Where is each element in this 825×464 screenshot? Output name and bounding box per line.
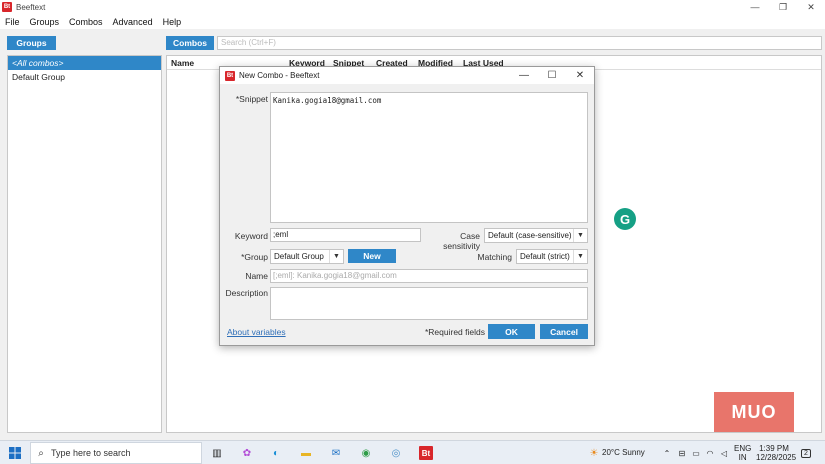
mail-icon[interactable]: ✉ bbox=[328, 445, 344, 461]
new-group-button[interactable]: New bbox=[348, 249, 396, 263]
windows-start-icon[interactable] bbox=[8, 445, 22, 461]
window-title: Beeftext bbox=[16, 2, 46, 12]
group-item-default-group[interactable]: Default Group bbox=[8, 70, 161, 84]
case-sensitivity-value: Default (case-sensitive) bbox=[488, 231, 572, 240]
language-line2: IN bbox=[738, 453, 747, 462]
group-select[interactable]: Default Group ▼ bbox=[270, 249, 344, 264]
volume-icon[interactable]: ◁ bbox=[718, 445, 730, 461]
chevron-down-icon: ▼ bbox=[329, 250, 343, 263]
name-label: Name bbox=[245, 271, 268, 281]
menu-combos[interactable]: Combos bbox=[64, 17, 108, 27]
menu-bar: File Groups Combos Advanced Help bbox=[0, 14, 825, 29]
app-logo-icon: Bt bbox=[2, 2, 12, 12]
network-icon[interactable]: ⊟ bbox=[676, 445, 688, 461]
matching-value: Default (strict) bbox=[520, 252, 570, 261]
group-label: Group bbox=[244, 252, 268, 262]
snippet-textarea[interactable]: Kanika.gogia18@gmail.com bbox=[270, 92, 588, 223]
name-input[interactable]: [;eml]: Kanika.gogia18@gmail.com bbox=[270, 269, 588, 283]
group-value: Default Group bbox=[274, 252, 324, 261]
about-variables-link[interactable]: About variables bbox=[227, 327, 286, 337]
new-combo-dialog: Bt New Combo - Beeftext — ☐ ✕ *Snippet K… bbox=[219, 66, 595, 346]
window-controls: — ❐ ✕ bbox=[741, 0, 825, 14]
notification-count: 2 bbox=[801, 448, 811, 458]
dialog-controls: — ☐ ✕ bbox=[510, 67, 594, 84]
file-explorer-icon[interactable]: ▬ bbox=[298, 445, 314, 461]
description-textarea[interactable] bbox=[270, 287, 588, 320]
notifications-icon[interactable]: 2 bbox=[798, 445, 814, 461]
case-sensitivity-select[interactable]: Default (case-sensitive) ▼ bbox=[484, 228, 588, 243]
taskbar-search[interactable]: ⌕ Type here to search bbox=[30, 442, 202, 464]
case-sensitivity-label: Case sensitivity bbox=[443, 231, 480, 251]
snippet-label: Snippet bbox=[239, 94, 268, 104]
task-view-icon[interactable]: ▥ bbox=[209, 445, 225, 461]
dialog-logo-icon: Bt bbox=[225, 70, 235, 81]
clock-date: 12/28/2025 bbox=[756, 453, 797, 462]
maximize-icon[interactable]: ❐ bbox=[769, 0, 797, 14]
keyword-label: Keyword bbox=[234, 231, 268, 241]
dialog-title: New Combo - Beeftext bbox=[239, 71, 320, 80]
matching-label: Matching bbox=[477, 252, 513, 262]
search-icon: ⌕ bbox=[38, 447, 44, 459]
grammarly-icon[interactable]: G bbox=[614, 208, 636, 230]
keyword-input[interactable]: ;eml bbox=[270, 228, 421, 242]
chevron-down-icon: ▼ bbox=[573, 250, 587, 263]
beeftext-logo-icon: Bt bbox=[419, 446, 433, 460]
group-label-row: *Group bbox=[224, 252, 268, 262]
clock[interactable]: 1:39 PM 12/28/2025 bbox=[756, 444, 797, 462]
copilot-icon[interactable]: ✿ bbox=[239, 445, 255, 461]
column-header-name[interactable]: Name bbox=[171, 58, 194, 68]
group-item-all-combos[interactable]: <All combos> bbox=[8, 56, 161, 70]
dialog-maximize-icon[interactable]: ☐ bbox=[538, 67, 566, 84]
chevron-up-icon[interactable]: ⌃ bbox=[661, 445, 673, 461]
language-line1: ENG bbox=[734, 444, 752, 453]
language-indicator[interactable]: ENG IN bbox=[734, 444, 751, 462]
weather-icon: ☀ bbox=[589, 447, 599, 459]
muo-watermark-logo: MUO bbox=[714, 392, 794, 432]
chrome-icon[interactable]: ◉ bbox=[358, 445, 374, 461]
chevron-down-icon: ▼ bbox=[573, 229, 587, 242]
clock-time: 1:39 PM bbox=[759, 444, 789, 453]
browser-icon[interactable]: ◎ bbox=[388, 445, 404, 461]
matching-select[interactable]: Default (strict) ▼ bbox=[516, 249, 588, 264]
dialog-close-icon[interactable]: ✕ bbox=[566, 67, 594, 84]
snippet-label-row: *Snippet bbox=[224, 94, 268, 104]
cancel-button[interactable]: Cancel bbox=[540, 324, 588, 339]
title-bar: Bt Beeftext — ❐ ✕ bbox=[0, 0, 825, 14]
menu-groups[interactable]: Groups bbox=[25, 17, 65, 27]
dialog-minimize-icon[interactable]: — bbox=[510, 67, 538, 84]
weather-text[interactable]: 20°C Sunny bbox=[602, 448, 645, 457]
search-input[interactable]: Search (Ctrl+F) bbox=[217, 36, 822, 50]
wifi-icon[interactable]: ◠ bbox=[704, 445, 716, 461]
taskbar-search-text: Type here to search bbox=[51, 448, 131, 458]
minimize-icon[interactable]: — bbox=[741, 0, 769, 14]
menu-advanced[interactable]: Advanced bbox=[108, 17, 158, 27]
groups-button[interactable]: Groups bbox=[7, 36, 56, 50]
combos-button[interactable]: Combos bbox=[166, 36, 214, 50]
menu-file[interactable]: File bbox=[0, 17, 25, 27]
battery-icon[interactable]: ▭ bbox=[690, 445, 702, 461]
groups-list: <All combos> Default Group bbox=[7, 55, 162, 433]
dialog-title-bar: Bt New Combo - Beeftext — ☐ ✕ bbox=[220, 67, 594, 84]
taskbar: ⌕ Type here to search ▥ ✿ ◐ ▬ ✉ ◉ ◎ Bt ☀… bbox=[0, 440, 825, 464]
beeftext-taskbar-icon[interactable]: Bt bbox=[416, 445, 434, 461]
description-label: Description bbox=[225, 288, 268, 298]
ok-button[interactable]: OK bbox=[488, 324, 535, 339]
edge-icon[interactable]: ◐ bbox=[268, 445, 284, 461]
close-icon[interactable]: ✕ bbox=[797, 0, 825, 14]
menu-help[interactable]: Help bbox=[158, 17, 187, 27]
required-fields-note: *Required fields bbox=[424, 327, 485, 337]
